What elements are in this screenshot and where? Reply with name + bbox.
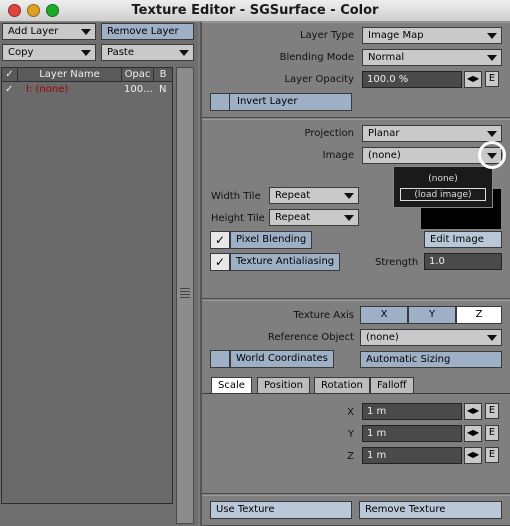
- scale-x-envelope-button[interactable]: E: [485, 403, 499, 419]
- chevron-down-icon: [81, 49, 91, 56]
- column-header-blend[interactable]: B: [154, 68, 172, 82]
- column-header-layer-name[interactable]: Layer Name: [18, 68, 122, 82]
- layer-type-value: Image Map: [368, 30, 424, 41]
- pixel-blending-label[interactable]: Pixel Blending: [230, 231, 313, 249]
- invert-layer-label: Invert Layer: [237, 96, 298, 107]
- row-opacity: 100...: [124, 84, 153, 95]
- height-tile-value: Repeat: [275, 212, 311, 223]
- copy-label: Copy: [8, 47, 34, 58]
- width-tile-select[interactable]: Repeat: [269, 187, 359, 204]
- row-blend: N: [159, 84, 167, 95]
- scale-y-envelope-button[interactable]: E: [485, 425, 499, 441]
- window-title: Texture Editor - SGSurface - Color: [131, 3, 379, 18]
- scale-z-field[interactable]: 1 m: [362, 447, 462, 464]
- edit-image-button[interactable]: Edit Image: [424, 231, 502, 248]
- texture-antialiasing-checkbox[interactable]: ✓: [210, 253, 230, 271]
- world-coordinates-label[interactable]: World Coordinates: [230, 350, 334, 368]
- scale-y-field[interactable]: 1 m: [362, 425, 462, 442]
- chevron-down-icon: [487, 334, 497, 341]
- width-tile-value: Repeat: [275, 190, 311, 201]
- chevron-down-icon: [344, 192, 354, 199]
- scale-z-label: Z: [347, 451, 354, 462]
- opacity-stepper-icon[interactable]: ◀▶: [464, 71, 482, 88]
- image-value: (none): [368, 150, 401, 161]
- axis-z-button[interactable]: Z: [456, 306, 502, 324]
- invert-layer-toggle[interactable]: Invert Layer: [210, 93, 352, 111]
- scale-y-label: Y: [347, 429, 354, 440]
- blending-mode-select[interactable]: Normal: [362, 49, 502, 66]
- scale-z-envelope-button[interactable]: E: [485, 447, 499, 463]
- popup-item-load-image[interactable]: (load image): [400, 188, 486, 201]
- scale-z-stepper-icon[interactable]: ◀▶: [464, 447, 482, 464]
- remove-texture-button[interactable]: Remove Texture: [359, 501, 502, 519]
- layer-type-label: Layer Type: [299, 30, 354, 41]
- world-coordinates-checkbox[interactable]: [210, 350, 230, 368]
- scale-x-field[interactable]: 1 m: [362, 403, 462, 420]
- popup-item-none[interactable]: (none): [400, 173, 486, 186]
- tab-falloff[interactable]: Falloff: [370, 377, 414, 393]
- image-popup-menu[interactable]: (none) (load image): [393, 166, 493, 208]
- texture-settings-panel: Layer Type Image Map Blending Mode Norma…: [200, 22, 510, 526]
- tab-position[interactable]: Position: [257, 377, 310, 393]
- highlight-ring-icon: [478, 141, 506, 169]
- blending-mode-value: Normal: [368, 52, 405, 63]
- texture-axis-label: Texture Axis: [293, 310, 354, 321]
- pixel-blending-checkbox[interactable]: ✓: [210, 231, 230, 249]
- chevron-down-icon: [487, 54, 497, 61]
- copy-dropdown[interactable]: Copy: [2, 44, 96, 61]
- tab-divider: [202, 393, 510, 394]
- height-tile-label: Height Tile: [211, 213, 265, 224]
- projection-label: Projection: [304, 128, 354, 139]
- layer-opacity-field[interactable]: 100.0 %: [362, 71, 462, 88]
- scale-x-label: X: [347, 407, 354, 418]
- add-layer-label: Add Layer: [8, 26, 59, 37]
- image-label: Image: [322, 150, 354, 161]
- chevron-down-icon: [487, 32, 497, 39]
- reference-object-value: (none): [366, 332, 399, 343]
- use-texture-button[interactable]: Use Texture: [210, 501, 352, 519]
- add-layer-dropdown[interactable]: Add Layer: [2, 23, 96, 40]
- layer-table[interactable]: ✓ Layer Name Opac B ✓ I: (none) 100... N: [1, 67, 173, 504]
- strength-label: Strength: [375, 257, 419, 268]
- tab-scale[interactable]: Scale: [211, 377, 252, 393]
- opacity-envelope-button[interactable]: E: [485, 71, 499, 87]
- strength-field[interactable]: 1.0: [424, 253, 502, 270]
- paste-dropdown[interactable]: Paste: [101, 44, 194, 61]
- remove-layer-button[interactable]: Remove Layer: [101, 23, 194, 40]
- reference-object-label: Reference Object: [267, 332, 354, 343]
- scroll-grip-icon[interactable]: [180, 288, 190, 298]
- layer-scrollbar[interactable]: [176, 67, 194, 524]
- layer-panel: Add Layer Remove Layer Copy Paste ✓ Laye…: [0, 22, 198, 526]
- row-check[interactable]: ✓: [5, 83, 17, 96]
- automatic-sizing-button[interactable]: Automatic Sizing: [360, 351, 502, 368]
- column-header-opacity[interactable]: Opac: [122, 68, 154, 82]
- axis-y-button[interactable]: Y: [408, 306, 456, 324]
- invert-layer-checkbox[interactable]: [210, 93, 230, 111]
- chevron-down-icon: [344, 214, 354, 221]
- projection-select[interactable]: Planar: [362, 125, 502, 142]
- tab-rotation[interactable]: Rotation: [314, 377, 370, 393]
- axis-x-button[interactable]: X: [360, 306, 408, 324]
- blending-mode-label: Blending Mode: [279, 52, 354, 63]
- scale-y-stepper-icon[interactable]: ◀▶: [464, 425, 482, 442]
- reference-object-select[interactable]: (none): [360, 329, 502, 346]
- chevron-down-icon: [179, 49, 189, 56]
- texture-antialiasing-label[interactable]: Texture Antialiasing: [230, 253, 341, 271]
- title-bar: Texture Editor - SGSurface - Color: [0, 0, 510, 22]
- paste-label: Paste: [107, 47, 134, 58]
- layer-opacity-label: Layer Opacity: [284, 74, 354, 85]
- layer-type-select[interactable]: Image Map: [362, 27, 502, 44]
- chevron-down-icon: [487, 130, 497, 137]
- scale-x-stepper-icon[interactable]: ◀▶: [464, 403, 482, 420]
- column-header-check[interactable]: ✓: [2, 68, 18, 82]
- projection-value: Planar: [368, 128, 400, 139]
- height-tile-select[interactable]: Repeat: [269, 209, 359, 226]
- row-layer-name[interactable]: I: (none): [26, 83, 120, 96]
- width-tile-label: Width Tile: [211, 191, 261, 202]
- chevron-down-icon: [81, 28, 91, 35]
